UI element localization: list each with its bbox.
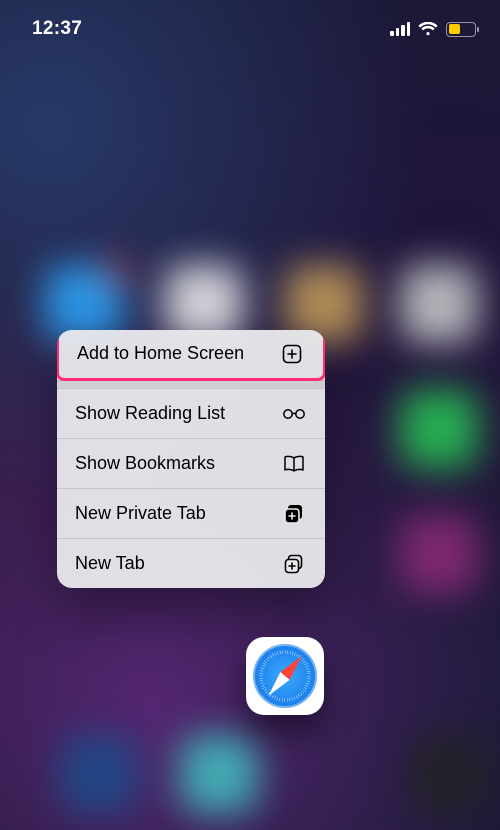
wifi-icon <box>418 22 438 37</box>
menu-item-label: Add to Home Screen <box>77 343 244 364</box>
menu-item-show-reading-list[interactable]: Show Reading List <box>57 388 325 438</box>
status-time: 12:37 <box>32 18 82 40</box>
glasses-icon <box>281 407 307 421</box>
home-screen: 12:37 Add to Home Screen Show Reading Li… <box>0 0 500 830</box>
menu-item-label: New Private Tab <box>75 503 206 524</box>
tabs-icon <box>281 554 307 574</box>
safari-app-icon[interactable] <box>246 637 324 715</box>
safari-context-menu: Add to Home Screen Show Reading List Sho… <box>57 330 325 588</box>
menu-separator <box>57 380 325 388</box>
tabs-private-icon <box>281 504 307 524</box>
menu-item-new-private-tab[interactable]: New Private Tab <box>57 488 325 538</box>
battery-icon <box>446 22 476 37</box>
menu-item-label: Show Reading List <box>75 403 225 424</box>
book-icon <box>281 455 307 473</box>
menu-item-label: New Tab <box>75 553 145 574</box>
menu-item-label: Show Bookmarks <box>75 453 215 474</box>
menu-item-new-tab[interactable]: New Tab <box>57 538 325 588</box>
menu-item-show-bookmarks[interactable]: Show Bookmarks <box>57 438 325 488</box>
plus-square-icon <box>279 344 305 364</box>
status-bar: 12:37 <box>0 0 500 58</box>
compass-icon <box>253 644 317 708</box>
cellular-icon <box>390 22 410 36</box>
menu-item-add-to-home-screen[interactable]: Add to Home Screen <box>57 330 325 381</box>
status-right <box>390 22 476 37</box>
